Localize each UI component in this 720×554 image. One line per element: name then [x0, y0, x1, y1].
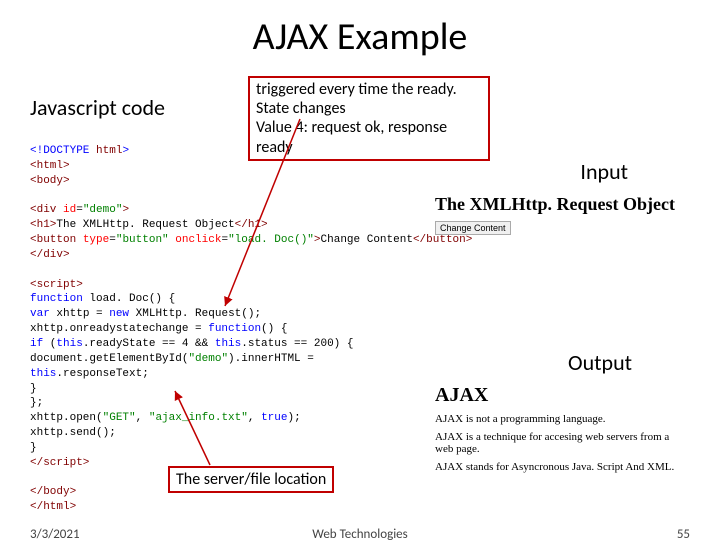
output-label: Output — [568, 349, 632, 376]
input-label: Input — [580, 158, 628, 185]
change-content-button[interactable]: Change Content — [435, 221, 511, 235]
output-preview: AJAX AJAX is not a programming language.… — [435, 384, 690, 473]
code-block: <!DOCTYPE html> <html> <body> <div id="d… — [30, 144, 472, 515]
output-preview-heading: AJAX — [435, 384, 690, 407]
callout-server-file: The server/file location — [168, 466, 334, 493]
callout-line1: triggered every time the ready. State ch… — [256, 80, 457, 118]
javascript-code-label: Javascript code — [30, 94, 165, 121]
input-preview: The XMLHttp. Request Object Change Conte… — [435, 194, 690, 236]
input-preview-heading: The XMLHttp. Request Object — [435, 194, 690, 215]
output-p1: AJAX is not a programming language. — [435, 413, 690, 425]
slide-title: AJAX Example — [0, 14, 720, 60]
output-p2: AJAX is a technique for accesing web ser… — [435, 431, 690, 455]
output-p3: AJAX stands for Asyncronous Java. Script… — [435, 461, 690, 473]
